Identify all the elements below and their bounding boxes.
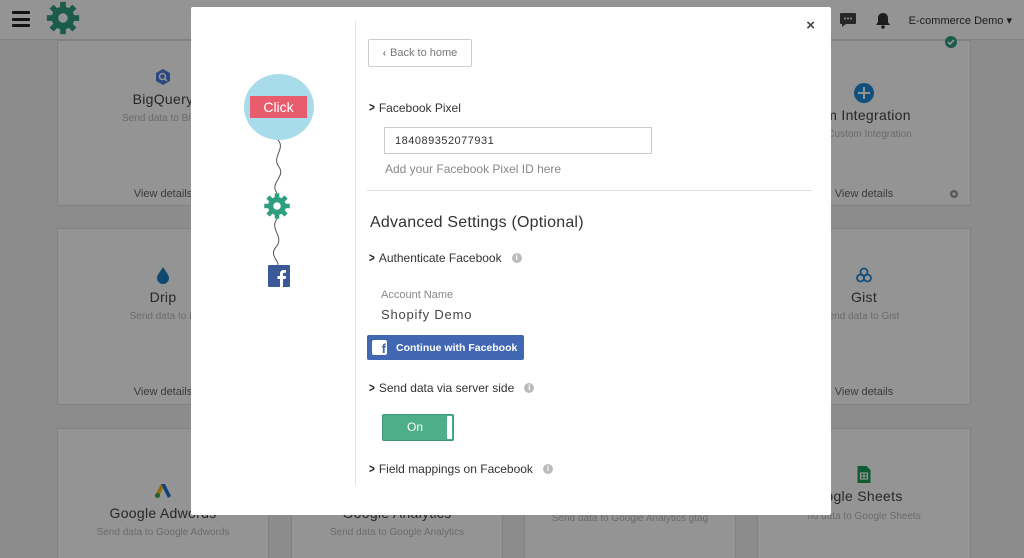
authenticate-facebook-label: Authenticate Facebook — [378, 251, 502, 265]
advanced-settings-title: Advanced Settings (Optional) — [370, 214, 584, 231]
chevron-left-icon: ‹ — [382, 47, 387, 59]
switch-state-label: On — [406, 420, 423, 434]
field-mappings-label: Field mappings on Facebook — [378, 462, 533, 476]
field-mappings-toggle[interactable]: > Field mappings on Facebook i — [369, 462, 553, 476]
authenticate-facebook-toggle[interactable]: > Authenticate Facebook i — [369, 251, 522, 265]
info-icon[interactable]: i — [524, 383, 535, 393]
info-icon[interactable]: i — [542, 464, 553, 474]
facebook-pixel-id-input[interactable] — [384, 127, 652, 154]
facebook-pixel-modal: × Click ‹ Back to home > Facebook Pixel — [191, 7, 831, 515]
account-name-label: Account Name — [381, 289, 454, 301]
click-tag: Click — [250, 96, 307, 118]
chevron-right-icon: > — [369, 380, 375, 396]
continue-with-facebook-button[interactable]: f Continue with Facebook — [367, 335, 524, 360]
account-name-value: Shopify Demo — [381, 307, 473, 322]
chevron-right-icon: > — [369, 100, 375, 116]
pixel-id-hint: Add your Facebook Pixel ID here — [385, 162, 562, 176]
facebook-f-icon: f — [372, 340, 387, 356]
back-to-home-button[interactable]: ‹ Back to home — [368, 39, 472, 67]
switch-knob — [447, 416, 452, 439]
facebook-logo-icon — [268, 265, 290, 287]
vertical-divider — [355, 21, 356, 485]
server-side-label: Send data via server side — [378, 381, 515, 395]
chevron-right-icon: > — [369, 250, 375, 266]
back-to-home-label: Back to home — [390, 47, 458, 59]
facebook-pixel-section-toggle[interactable]: > Facebook Pixel — [369, 101, 461, 115]
server-side-toggle-section[interactable]: > Send data via server side i — [369, 380, 535, 396]
gear-icon — [264, 193, 290, 219]
facebook-pixel-label: Facebook Pixel — [378, 101, 461, 115]
chevron-right-icon: > — [369, 461, 375, 477]
continue-with-facebook-label: Continue with Facebook — [396, 341, 518, 354]
close-icon[interactable]: × — [806, 18, 815, 33]
section-divider — [367, 190, 812, 191]
info-icon[interactable]: i — [511, 253, 522, 263]
server-side-switch[interactable]: On — [382, 414, 454, 441]
